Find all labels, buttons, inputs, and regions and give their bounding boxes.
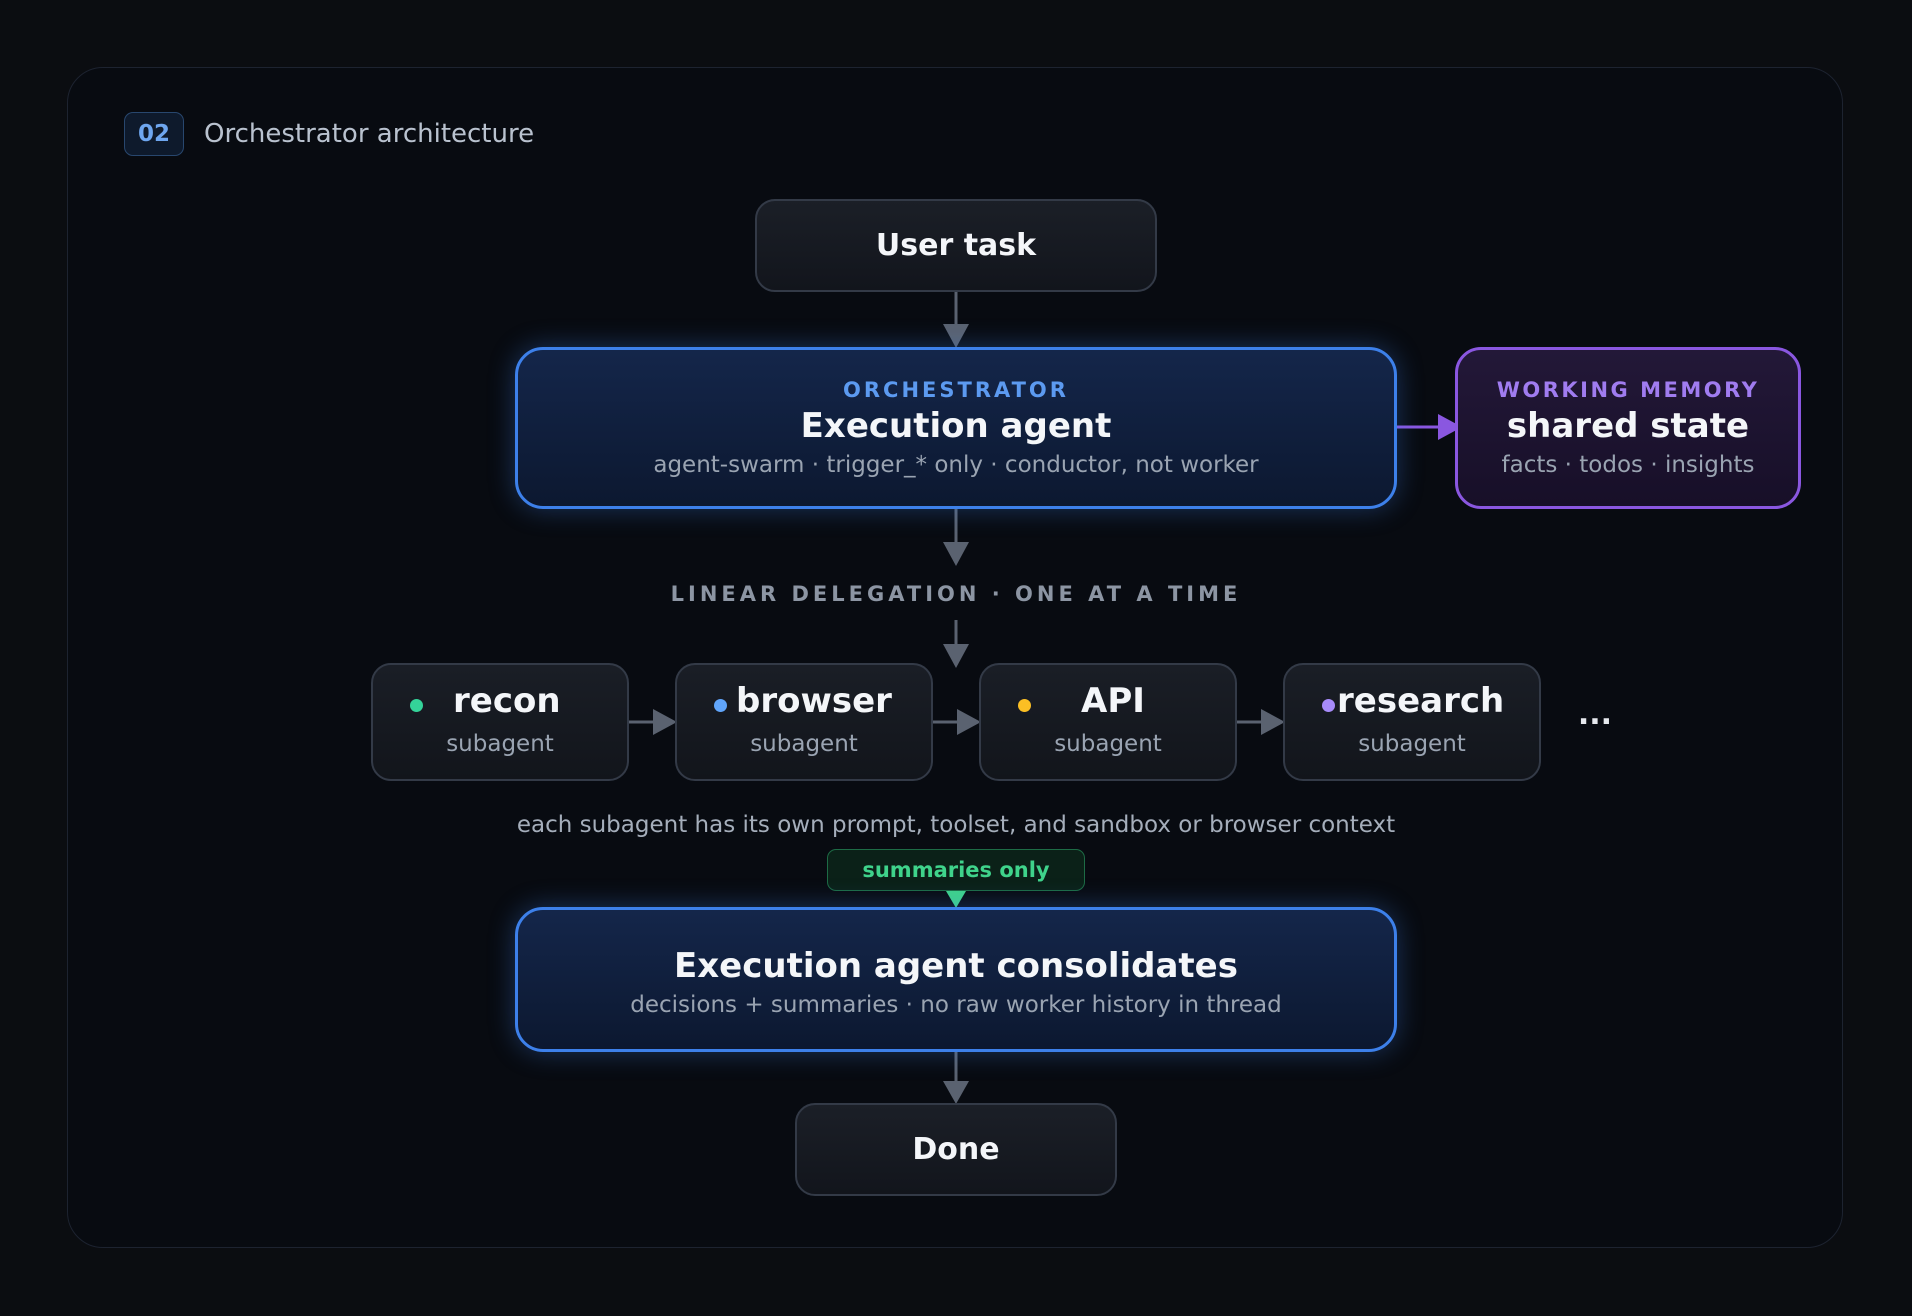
orchestrator-node: ORCHESTRATOR Execution agent agent-swarm… [515,347,1397,509]
working-memory-subtitle: facts · todos · insights [1501,452,1755,478]
arrowhead-consolidate-to-done [943,1081,969,1104]
consolidate-subtitle: decisions + summaries · no raw worker hi… [630,991,1282,1018]
consolidate-node: Execution agent consolidates decisions +… [515,907,1397,1052]
status-dot-icon [1322,699,1335,712]
subagent-name: recon [453,681,561,721]
arrowhead-user-to-orchestrator [943,324,969,348]
subagent-kind: subagent [750,731,858,757]
subagent-name: API [1081,681,1145,721]
arrowhead-delegation-to-subagents [943,644,969,668]
subagent-name: research [1337,681,1505,721]
status-dot-icon [1018,699,1031,712]
consolidate-title: Execution agent consolidates [674,945,1238,986]
done-node: Done [795,1103,1117,1196]
subagent-note: each subagent has its own prompt, toolse… [516,812,1396,838]
subagent-browser: browser subagent [675,663,933,781]
working-memory-title: shared state [1506,406,1750,446]
subagent-kind: subagent [446,731,554,757]
status-dot-icon [714,699,727,712]
working-memory-kicker: WORKING MEMORY [1496,378,1760,402]
orchestrator-subtitle: agent-swarm · trigger_* only · conductor… [653,452,1259,478]
user-task-node: User task [755,199,1157,292]
subagent-kind: subagent [1358,731,1466,757]
arrowhead-summaries [946,891,966,908]
arrowhead-browser-to-api [957,709,981,735]
subagent-name: browser [736,681,892,721]
arrowhead-api-to-research [1261,709,1285,735]
working-memory-node: WORKING MEMORY shared state facts · todo… [1455,347,1801,509]
arrowhead-recon-to-browser [653,709,677,735]
subagent-recon: recon subagent [371,663,629,781]
subagent-api: API subagent [979,663,1237,781]
delegation-label: LINEAR DELEGATION · ONE AT A TIME [670,582,1242,606]
orchestrator-kicker: ORCHESTRATOR [843,378,1069,402]
diagram-canvas: 02 Orchestrator architecture User task O… [0,0,1912,1316]
user-task-label: User task [875,228,1037,263]
arrowhead-orchestrator-to-delegation [943,542,969,566]
done-label: Done [912,1132,1000,1167]
orchestrator-title: Execution agent [800,406,1112,446]
summaries-only-pill: summaries only [827,849,1085,891]
subagent-kind: subagent [1054,731,1162,757]
more-subagents-ellipsis: ... [1577,697,1613,732]
subagent-research: research subagent [1283,663,1541,781]
status-dot-icon [410,699,423,712]
